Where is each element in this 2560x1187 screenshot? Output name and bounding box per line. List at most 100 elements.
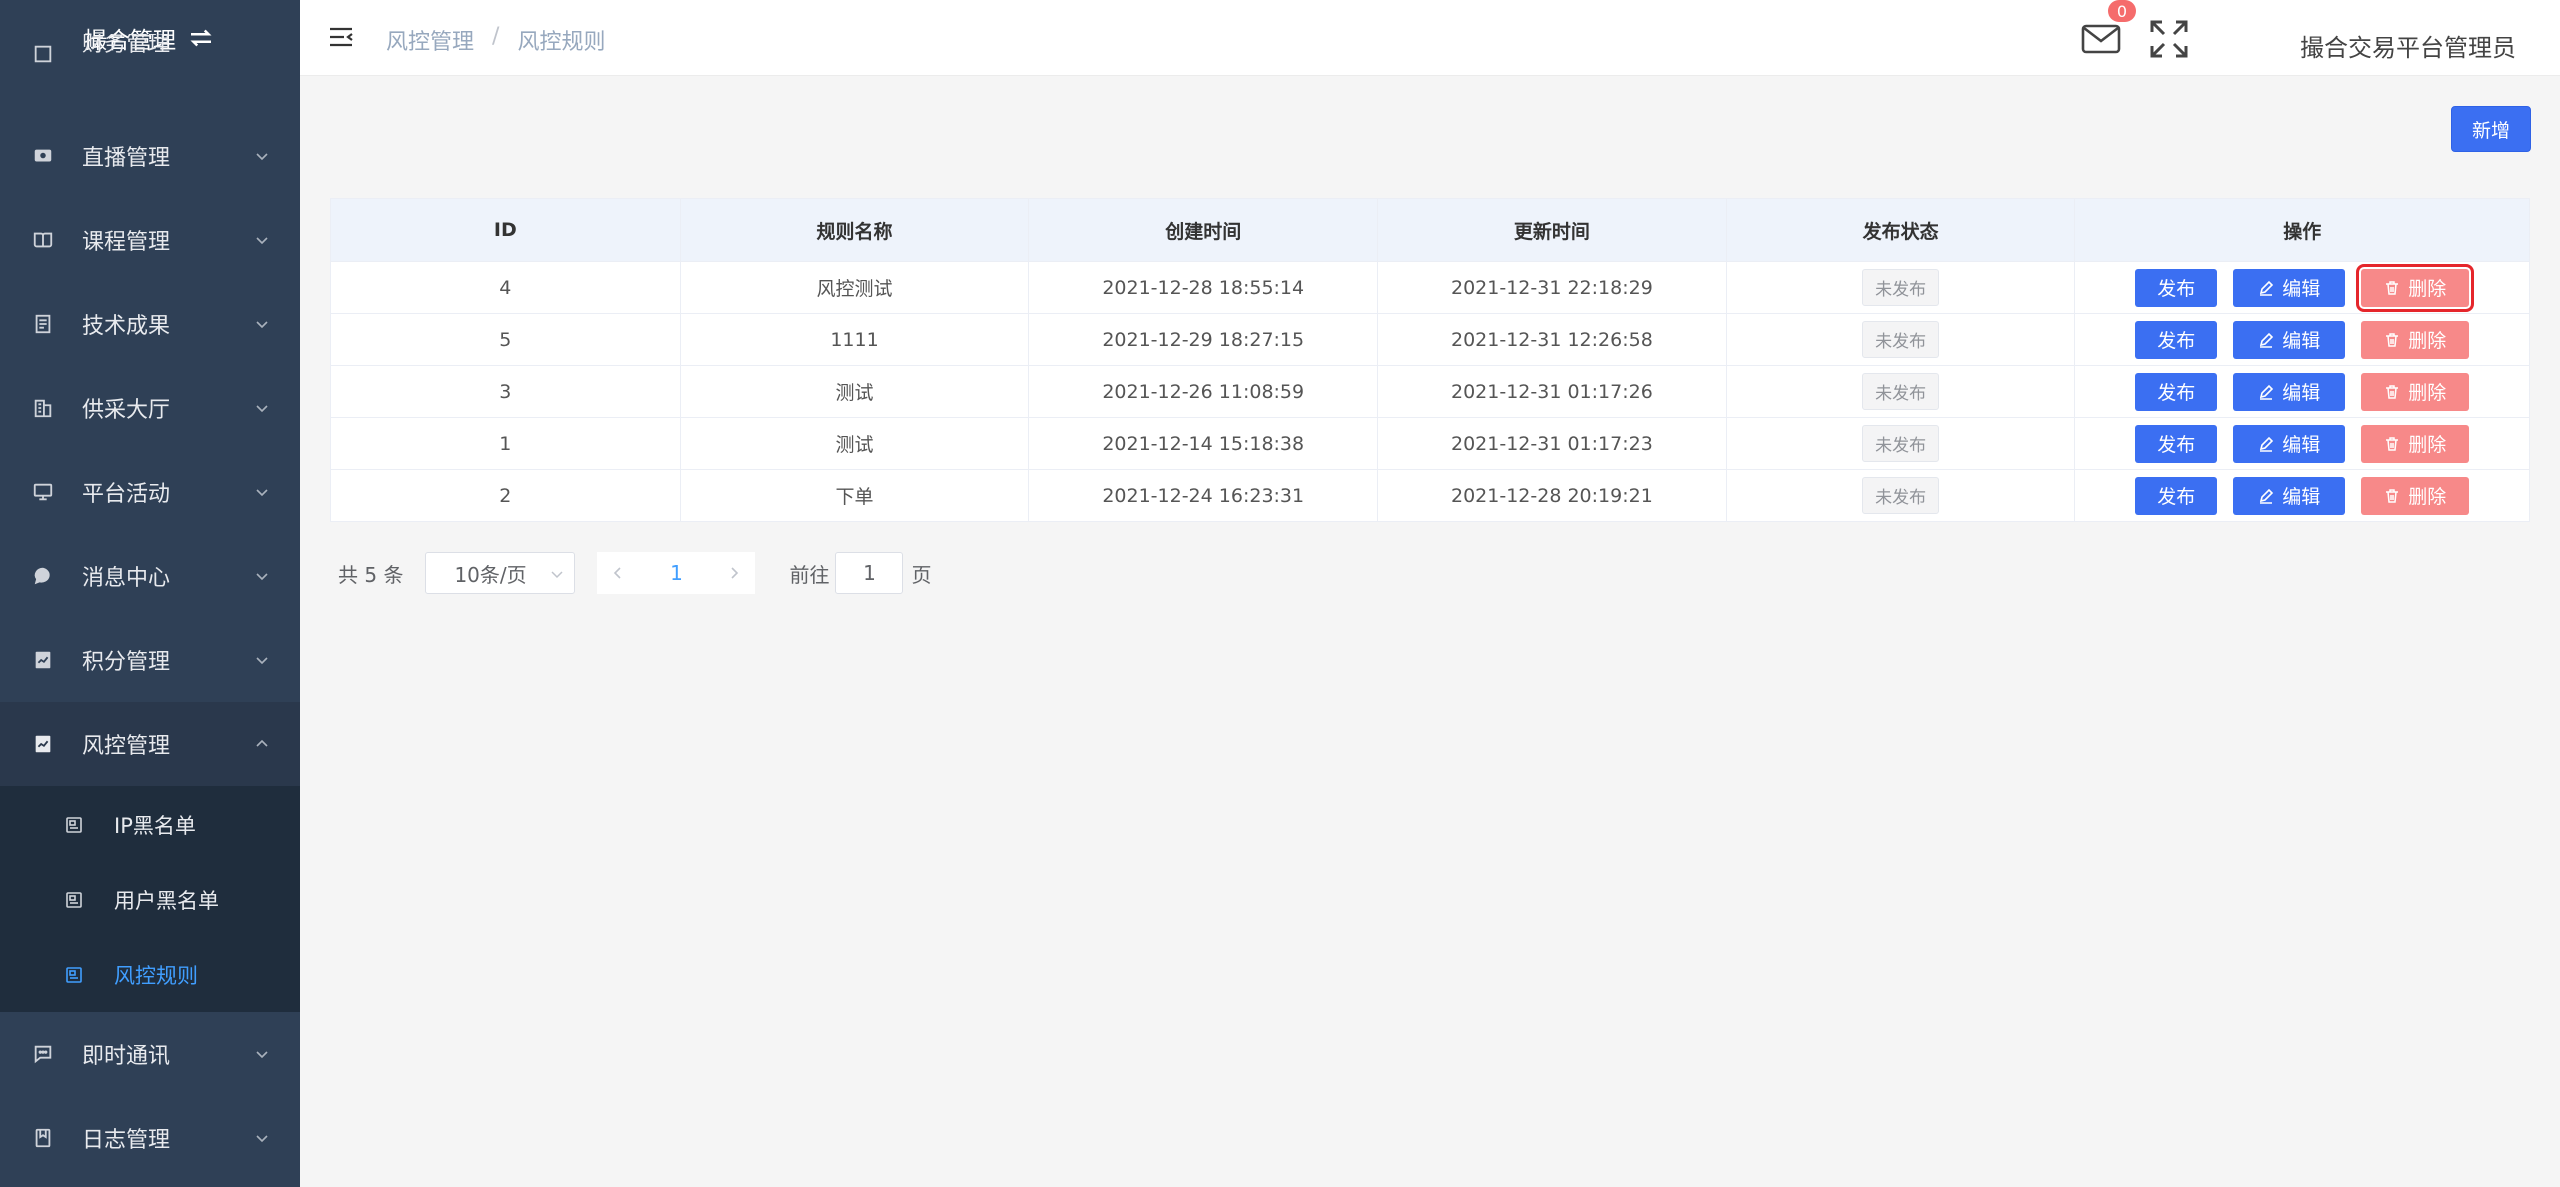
breadcrumb-current: 风控规则 [517,30,606,55]
finance-icon [32,43,54,65]
delete-button[interactable]: 删除 [2356,263,2475,312]
menu-collapse-icon[interactable] [328,24,354,50]
sidebar-subitem-user-blacklist[interactable]: 用户黑名单 [0,863,300,937]
log-icon [32,1127,54,1149]
chevron-down-icon [256,573,268,581]
avatar[interactable] [2246,12,2292,68]
cell-id: 3 [331,366,681,417]
sidebar-item-tech[interactable]: 技术成果 [0,282,300,366]
next-page-button[interactable] [713,552,756,594]
sidebar-item-course[interactable]: 课程管理 [0,198,300,282]
edit-button[interactable]: 编辑 [2233,372,2346,411]
chevron-down-icon [256,657,268,665]
cell-id: 2 [331,470,681,521]
delete-label: 删除 [2408,382,2447,404]
sidebar-item-label: 即时通讯 [82,1044,171,1069]
chevron-down-icon [256,153,268,161]
chevron-right-icon [731,567,739,579]
add-button[interactable]: 新增 [2451,106,2531,152]
delete-label: 删除 [2408,434,2447,456]
edit-button[interactable]: 编辑 [2233,476,2346,515]
cell-created: 2021-12-29 18:27:15 [1029,314,1379,365]
page-number[interactable]: 1 [639,552,714,594]
sidebar-item-logs[interactable]: 日志管理 [0,1096,300,1180]
risk-submenu: IP黑名单 用户黑名单 风控规则 [0,786,300,1012]
sidebar: 撮合管理 财务管理 直播管理 课程管理 技术成果 供采大厅 平台活动 消息中心 [0,0,300,1187]
edit-label: 编辑 [2282,434,2321,456]
edit-icon [2260,384,2274,400]
edit-label: 编辑 [2282,330,2321,352]
sidebar-item-live[interactable]: 直播管理 [0,114,300,198]
column-header: 更新时间 [1378,199,1727,261]
cell-actions: 发布 编辑 删除 [2075,314,2529,365]
cell-created: 2021-12-14 15:18:38 [1029,418,1379,469]
delete-label: 删除 [2408,278,2447,300]
cell-updated: 2021-12-31 01:17:23 [1378,418,1727,469]
username[interactable]: 撮合交易平台管理员 [2300,28,2516,63]
delete-button[interactable]: 删除 [2361,476,2470,515]
cell-actions: 发布 编辑 删除 [2075,366,2529,417]
edit-button[interactable]: 编辑 [2233,424,2346,463]
cell-name: 测试 [681,366,1030,417]
cell-created: 2021-12-26 11:08:59 [1029,366,1379,417]
status-badge: 未发布 [1862,373,1940,410]
page-suffix: 页 [911,562,932,587]
book-icon [32,229,54,251]
sidebar-item-label: 供采大厅 [82,398,171,423]
chevron-down-icon [256,237,268,245]
publish-label: 发布 [2157,434,2196,456]
sidebar-subitem-label: 风控规则 [114,964,198,988]
cell-name: 下单 [681,470,1030,521]
sidebar-subitem-label: 用户黑名单 [114,889,219,913]
cell-updated: 2021-12-31 22:18:29 [1378,262,1727,313]
cell-id: 1 [331,418,681,469]
page-size-select[interactable]: 10条/页 [425,552,576,594]
sidebar-item-label: 风控管理 [82,734,171,759]
table-row: 1 测试 2021-12-14 15:18:38 2021-12-31 01:1… [331,417,2529,469]
chevron-down-icon [256,321,268,329]
mail-icon[interactable] [2080,18,2122,60]
cell-name: 风控测试 [681,262,1030,313]
sidebar-item-finance[interactable]: 财务管理 [0,34,300,74]
delete-button[interactable]: 删除 [2361,372,2470,411]
cell-updated: 2021-12-31 01:17:26 [1378,366,1727,417]
status-badge: 未发布 [1862,425,1940,462]
chart-icon [32,649,54,671]
sidebar-subitem-ip-blacklist[interactable]: IP黑名单 [0,788,300,862]
edit-button[interactable]: 编辑 [2233,320,2346,359]
goto-page-input[interactable]: 1 [835,552,904,594]
sidebar-item-label: 消息中心 [82,566,171,591]
delete-button[interactable]: 删除 [2361,424,2470,463]
publish-button[interactable]: 发布 [2135,320,2218,359]
publish-label: 发布 [2157,382,2196,404]
cell-status: 未发布 [1727,262,2076,313]
fullscreen-icon[interactable] [2148,18,2190,60]
trash-icon [2386,384,2399,399]
cell-updated: 2021-12-31 12:26:58 [1378,314,1727,365]
edit-button[interactable]: 编辑 [2233,268,2346,307]
publish-button[interactable]: 发布 [2135,372,2218,411]
chevron-up-icon [256,739,268,747]
cell-status: 未发布 [1727,314,2076,365]
sidebar-item-supply[interactable]: 供采大厅 [0,366,300,450]
prev-page-button[interactable] [597,552,640,594]
edit-label: 编辑 [2282,278,2321,300]
publish-button[interactable]: 发布 [2135,476,2218,515]
chat-bubble-icon [32,565,54,587]
cell-status: 未发布 [1727,418,2076,469]
cell-actions: 发布 编辑 删除 [2075,418,2529,469]
publish-button[interactable]: 发布 [2135,424,2218,463]
publish-button[interactable]: 发布 [2135,268,2218,307]
sidebar-item-risk[interactable]: 风控管理 [0,702,300,786]
sidebar-subitem-label: IP黑名单 [114,814,196,838]
cell-actions: 发布 编辑 删除 [2075,470,2529,521]
breadcrumb: 风控管理 / 风控规则 [386,24,605,56]
sidebar-item-activity[interactable]: 平台活动 [0,450,300,534]
sidebar-item-im[interactable]: 即时通讯 [0,1012,300,1096]
sidebar-item-points[interactable]: 积分管理 [0,618,300,702]
sidebar-subitem-risk-rules[interactable]: 风控规则 [0,938,300,1012]
delete-button[interactable]: 删除 [2361,320,2470,359]
sidebar-item-messages[interactable]: 消息中心 [0,534,300,618]
breadcrumb-item[interactable]: 风控管理 [386,24,474,56]
edit-icon [2260,436,2274,452]
